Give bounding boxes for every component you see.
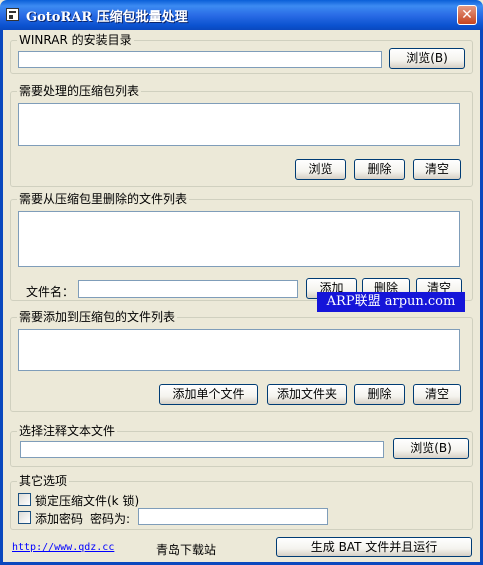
title-bar[interactable]: GotoRAR 压缩包批量处理 ✕ <box>0 0 483 30</box>
site-name-label: 青岛下载站 <box>156 543 217 557</box>
main-window: GotoRAR 压缩包批量处理 ✕ WINRAR 的安装目录 浏览(B) 需要处… <box>0 0 483 565</box>
window-title: GotoRAR 压缩包批量处理 <box>26 10 188 25</box>
add-password-label[interactable]: 添加密码 <box>35 510 83 527</box>
comment-legend: 选择注释文本文件 <box>17 424 118 438</box>
add-files-clear-button[interactable]: 清空 <box>413 384 461 405</box>
lock-archive-label[interactable]: 锁定压缩文件(k 锁) <box>35 492 139 509</box>
window-frame-left <box>0 30 3 565</box>
archives-browse-button[interactable]: 浏览 <box>295 159 346 180</box>
generate-run-button[interactable]: 生成 BAT 文件并且运行 <box>276 537 472 557</box>
lock-archive-checkbox[interactable] <box>18 493 31 506</box>
add-files-delete-button[interactable]: 删除 <box>354 384 405 405</box>
website-link[interactable]: http://www.qdz.cc <box>12 542 114 553</box>
winrar-legend: WINRAR 的安装目录 <box>17 33 134 47</box>
winrar-browse-button[interactable]: 浏览(B) <box>389 48 465 69</box>
archives-list[interactable] <box>18 103 460 146</box>
archives-delete-button[interactable]: 删除 <box>354 159 405 180</box>
winrar-path-input[interactable] <box>18 51 382 68</box>
close-button[interactable]: ✕ <box>457 5 477 25</box>
app-icon <box>6 8 19 21</box>
add-single-file-button[interactable]: 添加单个文件 <box>159 384 258 405</box>
delete-files-legend: 需要从压缩包里删除的文件列表 <box>17 192 190 206</box>
filename-input[interactable] <box>78 280 298 298</box>
password-input[interactable] <box>138 508 328 525</box>
add-folder-button[interactable]: 添加文件夹 <box>267 384 347 405</box>
comment-browse-button[interactable]: 浏览(B) <box>393 438 469 459</box>
add-password-checkbox[interactable] <box>18 511 31 524</box>
add-files-list[interactable] <box>18 329 460 371</box>
add-files-legend: 需要添加到压缩包的文件列表 <box>17 310 178 324</box>
archives-legend: 需要处理的压缩包列表 <box>17 84 142 98</box>
filename-label: 文件名： <box>26 285 75 299</box>
watermark-overlay: ARP联盟 arpun.com <box>317 292 465 312</box>
comment-path-input[interactable] <box>20 441 384 458</box>
options-legend: 其它选项 <box>17 474 70 488</box>
archives-clear-button[interactable]: 清空 <box>413 159 461 180</box>
delete-files-list[interactable] <box>18 211 460 267</box>
password-field-label: 密码为: <box>90 512 131 526</box>
